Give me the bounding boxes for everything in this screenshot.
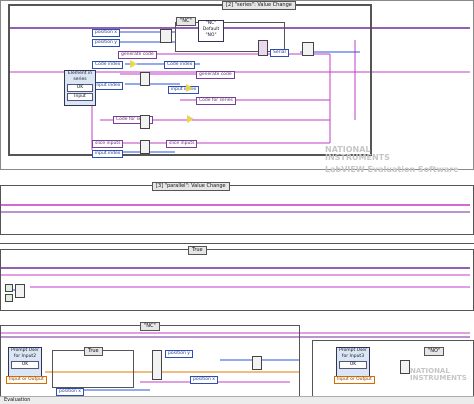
mid-array-node[interactable] [15, 284, 25, 298]
mid-case-header[interactable]: True [188, 246, 207, 255]
mid-bool-node-1[interactable] [5, 284, 13, 292]
local-input-index[interactable]: input index [168, 86, 200, 94]
indicator-serial[interactable]: Serial [270, 49, 289, 57]
cluster-node[interactable] [302, 42, 314, 56]
bottom-array-node-2[interactable] [400, 360, 410, 374]
prompt-input2-ok: OK [11, 361, 39, 369]
prompt-input3-ok: OK [339, 361, 367, 369]
inner-case-frame [175, 22, 285, 52]
increment-icon [130, 60, 137, 68]
labview-eval-watermark: LabVIEW Evaluation Software [325, 165, 459, 174]
ni-brand-line2-bottom: INSTRUMENTS [410, 374, 467, 382]
ni-logo-watermark-bottom: NATIONAL INSTRUMENTS [410, 368, 467, 382]
mid-event-frame [0, 185, 474, 235]
prompt-input3-title: Prompt User for Input3 [339, 348, 367, 359]
control-position-x[interactable]: position x [92, 29, 120, 37]
control-input-index-2[interactable]: input index [92, 150, 124, 158]
bottom-case-header-nc[interactable]: "NC" [140, 322, 160, 331]
element-in-series-panel[interactable]: Element in series OK Input [64, 70, 96, 106]
local-code-index[interactable]: Code index [164, 61, 196, 69]
local-slice-inputs[interactable]: slice inputs [166, 140, 198, 148]
top-event-header[interactable]: [2] "series": Value Change [222, 1, 296, 10]
mid-bool-node-2[interactable] [5, 294, 13, 302]
element-in-series-ok: OK [67, 84, 93, 92]
ni-logo-watermark: NATIONAL INSTRUMENTS [325, 146, 390, 162]
case-selector-list[interactable]: "NC" Default "NO" [198, 20, 224, 42]
index-array-node[interactable] [140, 115, 150, 129]
decrement-icon [186, 84, 193, 92]
prompt-input3-field[interactable]: Input or Output [334, 376, 375, 384]
case-value-no: "NO" [205, 33, 217, 38]
build-array-node[interactable] [160, 29, 172, 43]
bottom-position-x[interactable]: position x [56, 388, 84, 396]
bottom-array-node[interactable] [252, 356, 262, 370]
control-position-y[interactable]: position y [92, 39, 120, 47]
control-input-index[interactable]: Input index [92, 82, 124, 90]
bottom-position-x-2[interactable]: position x [190, 376, 218, 384]
prompt-input2-title: Prompt User for Input2 [11, 348, 39, 359]
control-slice-inputs[interactable]: slice inputs [92, 140, 124, 148]
replace-array-node[interactable] [140, 72, 150, 86]
bottom-sequence-node[interactable] [152, 350, 162, 380]
bundle-node[interactable] [258, 40, 268, 56]
prompt-input2-field[interactable]: Input or Output [6, 376, 47, 384]
control-code-index[interactable]: Code index [92, 61, 124, 69]
local-code-for-series[interactable]: Code for series [196, 97, 236, 105]
mid-case-frame [0, 249, 474, 311]
ni-brand-line2: INSTRUMENTS [325, 153, 390, 162]
mid-event-header[interactable]: [3] "parallel": Value Change [152, 182, 230, 191]
element-in-series-title: Element in series [67, 71, 93, 82]
bottom-position-y[interactable]: position y [165, 350, 193, 358]
element-in-series-input: Input [67, 93, 93, 101]
control-generate-code[interactable]: generate code [118, 51, 157, 59]
add-icon [187, 115, 194, 123]
true-case-header[interactable]: True [84, 347, 103, 356]
inner-case-header[interactable]: "NC" [176, 17, 196, 26]
mid-loop-separator [0, 243, 474, 244]
local-generate-code[interactable]: generate code [196, 71, 235, 79]
bottom-case-header-no[interactable]: "NO" [424, 347, 445, 356]
insert-array-node[interactable] [140, 140, 150, 154]
